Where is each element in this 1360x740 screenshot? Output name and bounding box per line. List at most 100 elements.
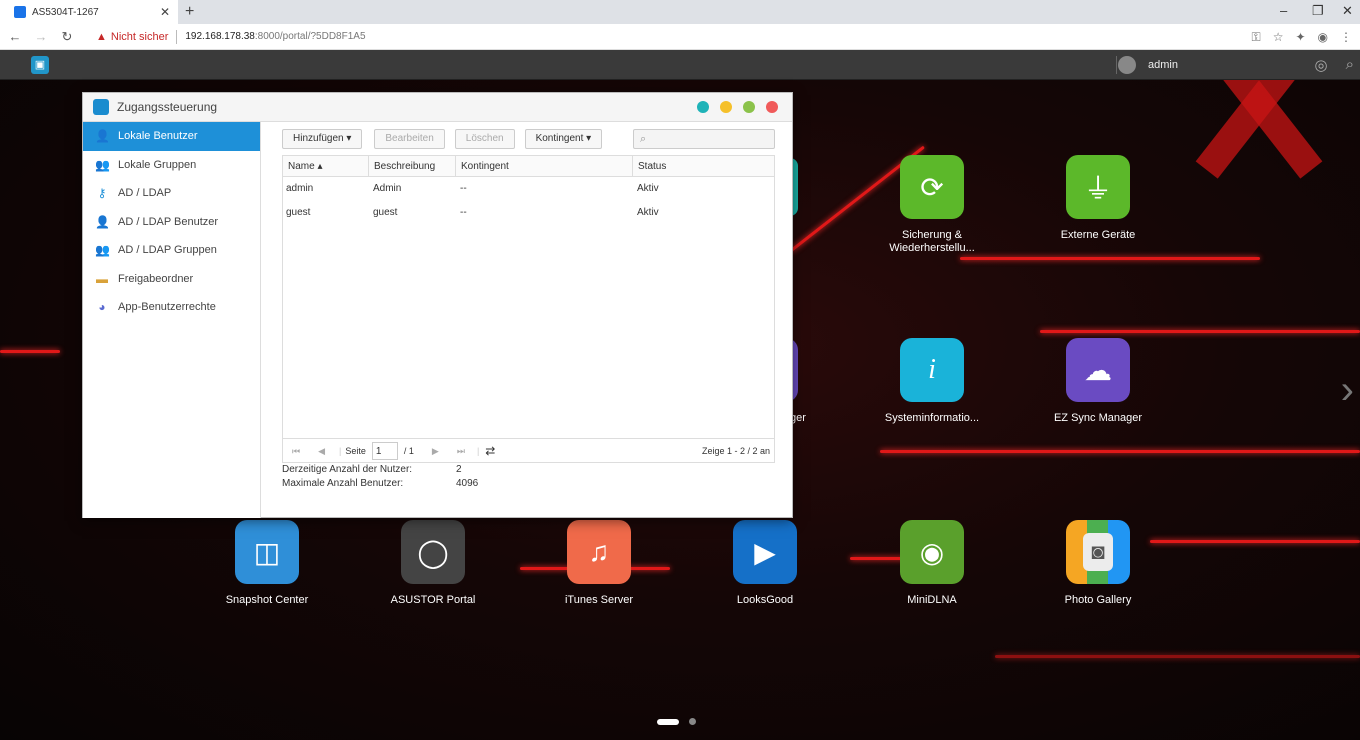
back-icon[interactable]: ←: [4, 29, 26, 44]
edit-button[interactable]: Bearbeiten: [374, 129, 445, 149]
search-icon[interactable]: ⌕: [1346, 56, 1354, 74]
close-tab-icon[interactable]: ✕: [160, 5, 170, 19]
current-users-value: 2: [456, 464, 462, 475]
sidebar-item-local-users[interactable]: 👤 Lokale Benutzer: [83, 122, 260, 151]
sidebar-item-label: Freigabeordner: [118, 272, 194, 285]
user-table: Name ▴ Beschreibung Kontingent Status ad…: [282, 155, 775, 463]
divider: [176, 29, 178, 44]
extension-icon[interactable]: ✦: [1295, 30, 1305, 45]
new-tab-icon[interactable]: +: [185, 3, 194, 21]
user-name: admin: [1148, 59, 1178, 71]
app-launcher-icon[interactable]: ▣: [31, 56, 49, 74]
toolbar: Hinzufügen ▾ Bearbeiten Löschen Kontinge…: [282, 129, 603, 149]
background-line: [1150, 540, 1360, 543]
last-page-icon[interactable]: ⏭: [457, 446, 465, 457]
sidebar-item-shared-folders[interactable]: ▬ Freigabeordner: [83, 265, 260, 294]
first-page-icon[interactable]: ⏮: [292, 446, 300, 457]
app-label: Systeminformatio...: [884, 412, 980, 424]
play-icon: ▶: [733, 520, 797, 584]
url-path[interactable]: :8000/portal/?5DD8F1A5: [255, 31, 366, 42]
page-indicator-active[interactable]: [657, 718, 679, 725]
background-line: [880, 450, 1360, 453]
next-page-icon[interactable]: ›: [1341, 370, 1354, 410]
column-header-status[interactable]: Status: [633, 156, 774, 176]
page-indicator[interactable]: [689, 718, 696, 725]
sidebar-item-app-rights[interactable]: ◕ App-Benutzerrechte: [83, 293, 260, 322]
security-warning[interactable]: ▲ Nicht sicher: [92, 31, 168, 43]
cell-description: Admin: [373, 183, 402, 194]
info-icon: i: [900, 338, 964, 402]
sidebar-item-ad-ldap[interactable]: ⚷ AD / LDAP: [83, 179, 260, 208]
refresh-icon[interactable]: ⇄: [485, 444, 495, 458]
close-button[interactable]: [766, 101, 778, 113]
app-external-devices[interactable]: ⏚ Externe Geräte: [1033, 155, 1163, 242]
app-label: EZ Sync Manager: [1053, 412, 1143, 424]
background-line: [0, 350, 60, 353]
window-titlebar[interactable]: Zugangssteuerung: [83, 93, 792, 122]
search-input[interactable]: ⌕: [633, 129, 775, 149]
max-users-label: Maximale Anzahl Benutzer:: [282, 478, 404, 489]
quota-button[interactable]: Kontingent ▾: [524, 129, 603, 149]
pagination-bar: ⏮ ◀ | Seite / 1 ▶ ⏭ | ⇄ Zeige 1 - 2 / 2 …: [282, 438, 775, 463]
cell-status: Aktiv: [637, 183, 659, 194]
app-backup[interactable]: ⟳ Sicherung & Wiederherstellu...: [867, 155, 997, 255]
browser-tab[interactable]: AS5304T-1267 ✕: [0, 0, 178, 24]
next-page-icon[interactable]: ▶: [432, 446, 439, 457]
settings-icon[interactable]: ◎: [1315, 56, 1328, 74]
background-line: [1040, 330, 1360, 333]
minimize-icon[interactable]: –: [1280, 3, 1287, 18]
app-minidlna[interactable]: ◉ MiniDLNA: [867, 520, 997, 607]
restore-icon[interactable]: ❐: [1312, 3, 1324, 19]
page-number-input[interactable]: [371, 442, 398, 460]
app-photo-gallery[interactable]: ◙ Photo Gallery: [1033, 520, 1163, 607]
music-note-icon: ♫: [567, 520, 631, 584]
background-line: [960, 257, 1260, 260]
key-icon[interactable]: ⚿: [1252, 30, 1261, 45]
table-row[interactable]: admin Admin -- Aktiv: [283, 177, 774, 201]
app-system-information[interactable]: i Systeminformatio...: [867, 338, 997, 425]
sidebar-item-ad-ldap-groups[interactable]: 👥 AD / LDAP Gruppen: [83, 236, 260, 265]
prev-page-icon[interactable]: ◀: [318, 446, 325, 457]
app-looksgood[interactable]: ▶ LooksGood: [700, 520, 830, 607]
sidebar-item-local-groups[interactable]: 👥 Lokale Gruppen: [83, 151, 260, 180]
column-header-description[interactable]: Beschreibung: [369, 156, 456, 176]
desktop-pager: [657, 718, 696, 725]
app-label: ASUSTOR Portal: [390, 594, 476, 606]
column-header-quota[interactable]: Kontingent: [456, 156, 633, 176]
table-row[interactable]: guest guest -- Aktiv: [283, 201, 774, 225]
sidebar-item-ad-ldap-users[interactable]: 👤 AD / LDAP Benutzer: [83, 208, 260, 237]
forward-icon[interactable]: →: [30, 29, 52, 44]
mouse-cursor-icon: ➤: [758, 488, 770, 504]
help-button[interactable]: [697, 101, 709, 113]
user-menu[interactable]: admin: [1118, 56, 1178, 74]
star-icon[interactable]: ☆: [1273, 30, 1284, 45]
maximize-button[interactable]: [743, 101, 755, 113]
database-icon: ◫: [235, 520, 299, 584]
close-window-icon[interactable]: ✕: [1342, 3, 1353, 19]
minimize-button[interactable]: [720, 101, 732, 113]
app-asustor-portal[interactable]: ◯ ASUSTOR Portal: [368, 520, 498, 607]
column-header-name[interactable]: Name ▴: [283, 156, 369, 176]
divider: [1116, 56, 1117, 74]
app-label: MiniDLNA: [907, 594, 957, 606]
usb-icon: ⏚: [1066, 155, 1130, 219]
search-icon: ⌕: [640, 132, 647, 145]
menu-icon[interactable]: ⋮: [1340, 30, 1352, 45]
group-icon: 👥: [95, 157, 110, 172]
url-host[interactable]: 192.168.178.38: [185, 31, 255, 42]
app-ez-sync[interactable]: ☁ EZ Sync Manager: [1033, 338, 1163, 425]
delete-button[interactable]: Löschen: [454, 129, 515, 149]
cell-quota: --: [460, 207, 467, 218]
app-label: Photo Gallery: [1064, 594, 1132, 606]
table-header: Name ▴ Beschreibung Kontingent Status: [283, 156, 774, 177]
group-icon: 👥: [95, 243, 110, 258]
reload-icon[interactable]: ↻: [56, 29, 78, 45]
security-label: Nicht sicher: [110, 30, 169, 43]
favicon-icon: [14, 6, 26, 18]
app-itunes-server[interactable]: ♫ iTunes Server: [534, 520, 664, 607]
profile-icon[interactable]: ◉: [1318, 30, 1328, 45]
add-button[interactable]: Hinzufügen ▾: [282, 129, 363, 149]
main-panel: Hinzufügen ▾ Bearbeiten Löschen Kontinge…: [262, 122, 792, 517]
app-snapshot-center[interactable]: ◫ Snapshot Center: [202, 520, 332, 607]
access-control-window: Zugangssteuerung 👤 Lokale Benutzer 👥 Lok…: [82, 92, 793, 518]
